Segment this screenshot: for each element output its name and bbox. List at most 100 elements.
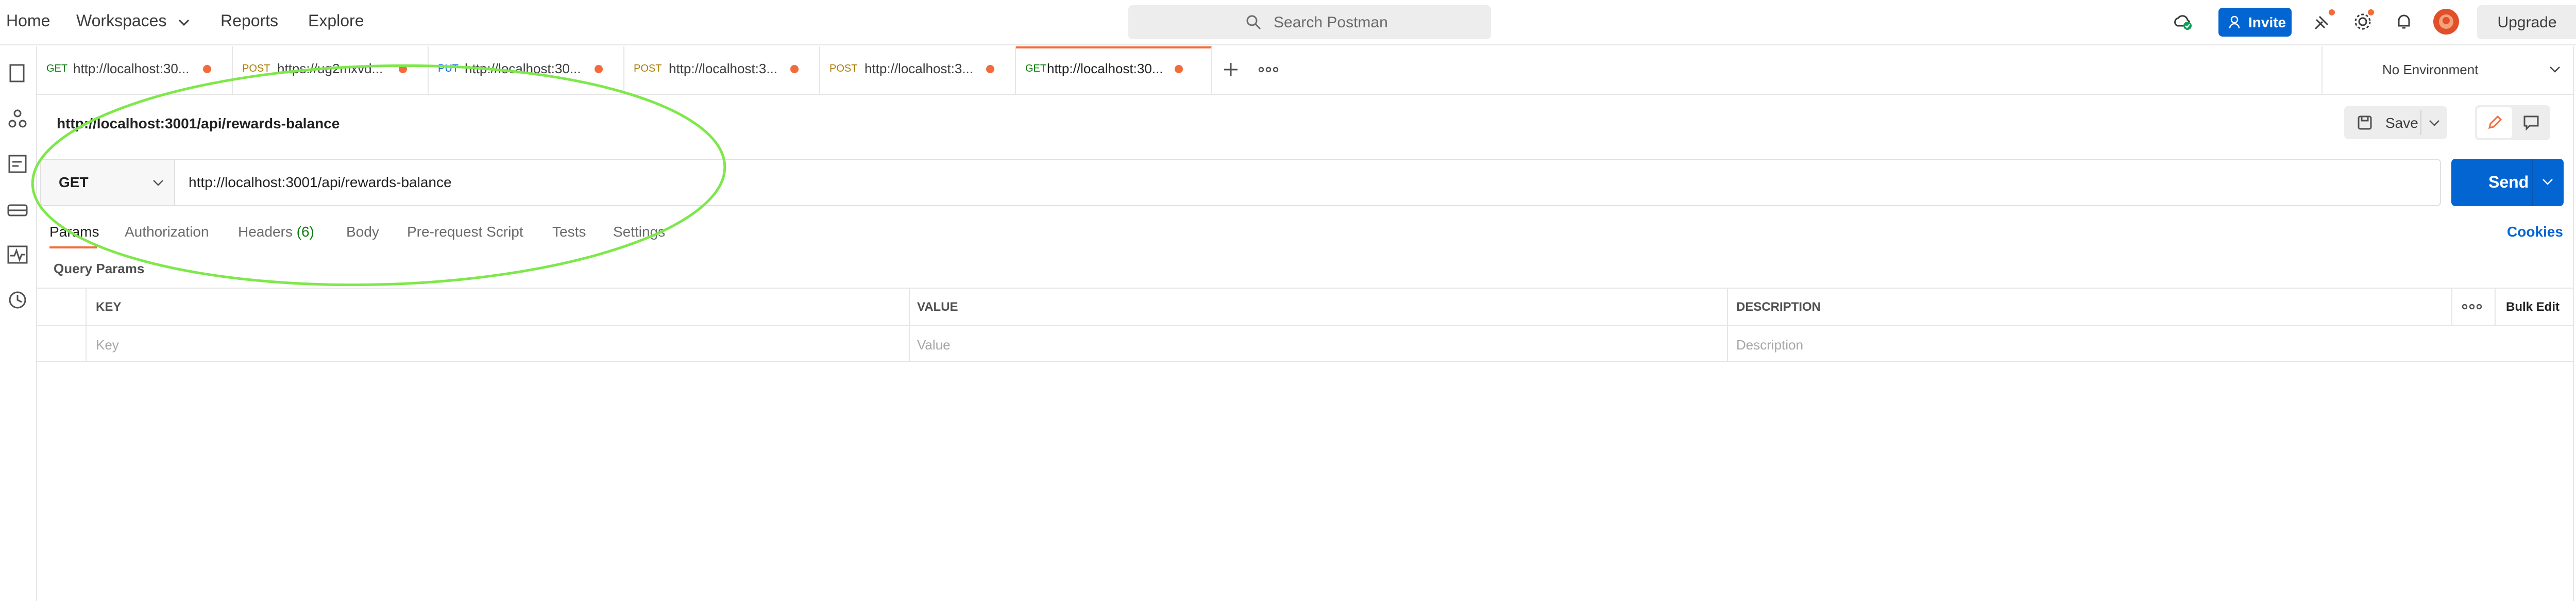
more-tabs-icon[interactable] <box>1258 66 1279 73</box>
request-tab[interactable]: GET http://localhost:30... <box>37 46 233 94</box>
unsaved-dot <box>986 65 994 73</box>
environment-label: No Environment <box>2382 62 2479 77</box>
chevron-down-icon[interactable] <box>2429 120 2440 127</box>
column-divider <box>1727 289 1728 361</box>
nav-reports[interactable]: Reports <box>221 11 278 30</box>
tab-method: PUT <box>438 63 459 74</box>
tab-url: http://localhost:3... <box>669 61 778 76</box>
cookies-link[interactable]: Cookies <box>2507 224 2563 240</box>
edit-mode-button[interactable] <box>2477 107 2512 138</box>
unsaved-dot <box>790 65 799 73</box>
tab-url: http://localhost:30... <box>73 61 190 76</box>
tab-authorization[interactable]: Authorization <box>125 224 209 240</box>
tab-url: http://localhost:3... <box>865 61 974 76</box>
tab-headers[interactable]: Headers (6) <box>238 224 314 240</box>
more-options-icon[interactable] <box>2462 303 2482 310</box>
tab-method: GET <box>46 63 68 74</box>
request-tab[interactable]: POST http://localhost:3... <box>624 46 820 94</box>
method-select[interactable]: GET <box>41 160 175 205</box>
top-header: Home Workspaces Reports Explore Search P… <box>0 0 2576 45</box>
url-bar: GET http://localhost:3001/api/rewards-ba… <box>40 159 2441 206</box>
collections-icon[interactable] <box>6 62 29 85</box>
unsaved-dot <box>203 65 211 73</box>
chevron-down-icon[interactable] <box>178 19 190 27</box>
monitors-icon[interactable] <box>6 243 29 266</box>
tab-url: http://localhost:30... <box>465 61 581 76</box>
save-icon <box>2358 115 2372 130</box>
request-title[interactable]: http://localhost:3001/api/rewards-balanc… <box>57 115 340 132</box>
chevron-down-icon[interactable] <box>2542 178 2553 186</box>
column-header-key: KEY <box>96 300 122 314</box>
tab-tests[interactable]: Tests <box>552 224 586 240</box>
active-tab-indicator <box>49 246 97 248</box>
environment-select[interactable]: No Environment <box>2321 46 2573 94</box>
upgrade-label: Upgrade <box>2497 14 2557 31</box>
nav-explore[interactable]: Explore <box>308 11 364 30</box>
chevron-down-icon <box>2550 66 2560 73</box>
value-input[interactable]: Value <box>917 337 951 353</box>
tab-url: https://ug2mxvd... <box>277 61 383 76</box>
settings-dot <box>2368 9 2374 15</box>
nav-workspaces[interactable]: Workspaces <box>76 11 166 30</box>
comment-icon[interactable] <box>2522 114 2540 131</box>
nav-home[interactable]: Home <box>6 11 50 30</box>
method-label: GET <box>59 174 89 190</box>
search-bar[interactable]: Search Postman <box>1128 5 1491 39</box>
bell-icon[interactable] <box>2394 11 2414 32</box>
column-header-description: DESCRIPTION <box>1736 300 1821 314</box>
avatar[interactable] <box>2433 8 2460 35</box>
description-input[interactable]: Description <box>1736 337 1803 353</box>
tab-url: http://localhost:30... <box>1047 61 1163 76</box>
upgrade-button[interactable]: Upgrade <box>2477 5 2576 39</box>
unsaved-dot <box>399 65 407 73</box>
column-divider <box>909 289 910 361</box>
request-tab[interactable]: PUT http://localhost:30... <box>429 46 624 94</box>
send-divider <box>2532 159 2533 206</box>
request-tab[interactable]: POST http://localhost:3... <box>820 46 1016 94</box>
request-tab[interactable]: POST https://ug2mxvd... <box>233 46 429 94</box>
tab-method: GET <box>1025 63 1047 74</box>
url-input[interactable]: http://localhost:3001/api/rewards-balanc… <box>189 174 452 191</box>
view-mode-toggle <box>2475 105 2550 140</box>
invite-label: Invite <box>2248 14 2286 30</box>
request-tab-active[interactable]: GET http://localhost:30... <box>1016 46 1212 94</box>
headers-count: (6) <box>296 224 314 240</box>
column-divider <box>86 289 87 361</box>
request-tabs: GET http://localhost:30... POST https://… <box>37 46 2573 95</box>
column-header-value: VALUE <box>917 300 958 314</box>
query-params-table: KEY VALUE DESCRIPTION Bulk Edit Key Valu… <box>37 288 2573 362</box>
unsaved-dot <box>595 65 603 73</box>
right-sidebar <box>2573 46 2576 601</box>
tab-params[interactable]: Params <box>49 224 99 240</box>
tab-method: POST <box>242 63 270 74</box>
invite-button[interactable]: Invite <box>2218 8 2292 37</box>
mock-servers-icon[interactable] <box>6 198 29 221</box>
search-icon <box>1246 15 1261 30</box>
column-divider <box>2495 289 2496 325</box>
add-user-icon <box>2229 15 2240 29</box>
headers-label: Headers <box>238 224 293 240</box>
key-input[interactable]: Key <box>96 337 119 353</box>
save-button[interactable]: Save <box>2344 106 2447 139</box>
chevron-down-icon <box>153 180 163 186</box>
pencil-icon <box>2488 115 2502 129</box>
search-placeholder: Search Postman <box>1274 14 1388 31</box>
tab-body[interactable]: Body <box>346 224 379 240</box>
tab-pre-request-script[interactable]: Pre-request Script <box>407 224 523 240</box>
cloud-sync-icon[interactable] <box>2172 11 2193 32</box>
new-tab-plus-icon[interactable] <box>1222 61 1240 78</box>
tab-settings[interactable]: Settings <box>613 224 665 240</box>
column-divider <box>2451 289 2452 325</box>
send-label: Send <box>2488 173 2529 191</box>
environments-icon[interactable] <box>6 153 29 175</box>
bulk-edit-button[interactable]: Bulk Edit <box>2506 300 2560 314</box>
query-params-label: Query Params <box>54 261 145 276</box>
notification-dot <box>2329 9 2335 15</box>
apis-icon[interactable] <box>6 107 29 130</box>
unsaved-dot <box>1175 65 1183 73</box>
save-divider <box>2420 110 2421 135</box>
tab-method: POST <box>634 63 662 74</box>
send-button[interactable]: Send <box>2451 159 2564 206</box>
row-divider <box>37 325 2573 326</box>
history-icon[interactable] <box>6 289 29 311</box>
